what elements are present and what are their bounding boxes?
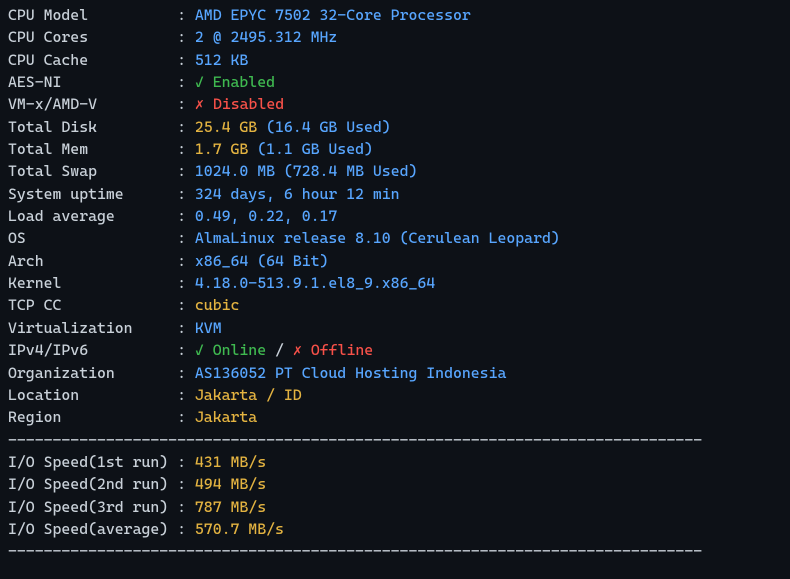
field-value: cubic: [195, 296, 240, 314]
ipv6-status: Offline: [302, 341, 373, 359]
field-label: OS: [8, 229, 26, 247]
separator-line: ----------------------------------------…: [8, 431, 702, 449]
field-value: 1024.0 MB: [195, 162, 284, 180]
field-label: CPU Cache: [8, 51, 88, 69]
io-label: I/O Speed(3rd run): [8, 498, 177, 516]
output-line: Region : Jakarta: [8, 406, 782, 428]
field-value: AMD EPYC 7502 32-Core Processor: [195, 6, 471, 24]
output-line: CPU Cache : 512 KB: [8, 49, 782, 71]
io-value: 494 MB/s: [195, 475, 266, 493]
field-extra: (16.4 GB Used): [266, 118, 391, 136]
output-line: VM-x/AMD-V : ✗ Disabled: [8, 93, 782, 115]
output-line: AES-NI : ✓ Enabled: [8, 71, 782, 93]
io-value: 570.7 MB/s: [195, 520, 284, 538]
field-label: VM-x/AMD-V: [8, 95, 97, 113]
field-value: 1.7 GB: [195, 140, 257, 158]
field-value: x86_64 (64 Bit): [195, 252, 328, 270]
output-line: System uptime : 324 days, 6 hour 12 min: [8, 183, 782, 205]
field-label: Location: [8, 386, 79, 404]
io-value: 787 MB/s: [195, 498, 266, 516]
field-value: Jakarta: [195, 408, 257, 426]
io-label: I/O Speed(2nd run): [8, 475, 177, 493]
field-label: Region: [8, 408, 61, 426]
field-label: TCP CC: [8, 296, 61, 314]
output-line: ----------------------------------------…: [8, 540, 782, 562]
output-line: I/O Speed(average) : 570.7 MB/s: [8, 518, 782, 540]
field-value: Enabled: [204, 73, 275, 91]
output-line: Location : Jakarta / ID: [8, 384, 782, 406]
status-mark: ✗: [195, 95, 204, 113]
field-label: IPv4/IPv6: [8, 341, 88, 359]
output-line: IPv4/IPv6 : ✓ Online / ✗ Offline: [8, 339, 782, 361]
status-mark: ✓: [195, 73, 204, 91]
field-label: Load average: [8, 207, 115, 225]
output-line: OS : AlmaLinux release 8.10 (Cerulean Le…: [8, 227, 782, 249]
io-label: I/O Speed(average): [8, 520, 177, 538]
output-line: ----------------------------------------…: [8, 429, 782, 451]
output-line: CPU Cores : 2 @ 2495.312 MHz: [8, 26, 782, 48]
field-value: 324 days, 6 hour 12 min: [195, 185, 400, 203]
field-extra: (1.1 GB Used): [257, 140, 373, 158]
field-value: Jakarta / ID: [195, 386, 302, 404]
separator-line: ----------------------------------------…: [8, 542, 702, 560]
field-label: Total Disk: [8, 118, 97, 136]
ipv6-mark: ✗: [293, 341, 302, 359]
output-line: Kernel : 4.18.0-513.9.1.el8_9.x86_64: [8, 272, 782, 294]
field-label: CPU Model: [8, 6, 88, 24]
field-value: 2 @ 2495.312 MHz: [195, 28, 337, 46]
output-line: Arch : x86_64 (64 Bit): [8, 250, 782, 272]
field-value: AS136052 PT Cloud Hosting Indonesia: [195, 364, 506, 382]
field-label: Organization: [8, 364, 115, 382]
output-line: Total Disk : 25.4 GB (16.4 GB Used): [8, 116, 782, 138]
output-line: Organization : AS136052 PT Cloud Hosting…: [8, 362, 782, 384]
field-label: AES-NI: [8, 73, 61, 91]
field-value: 4.18.0-513.9.1.el8_9.x86_64: [195, 274, 435, 292]
output-line: I/O Speed(1st run) : 431 MB/s: [8, 451, 782, 473]
output-line: Total Swap : 1024.0 MB (728.4 MB Used): [8, 160, 782, 182]
io-value: 431 MB/s: [195, 453, 266, 471]
output-line: Virtualization : KVM: [8, 317, 782, 339]
field-label: Virtualization: [8, 319, 133, 337]
field-label: Kernel: [8, 274, 61, 292]
output-line: CPU Model : AMD EPYC 7502 32-Core Proces…: [8, 4, 782, 26]
field-value: 0.49, 0.22, 0.17: [195, 207, 337, 225]
field-value: Disabled: [204, 95, 284, 113]
field-label: Total Swap: [8, 162, 97, 180]
field-label: System uptime: [8, 185, 124, 203]
field-value: AlmaLinux release 8.10 (Cerulean Leopard…: [195, 229, 560, 247]
field-label: CPU Cores: [8, 28, 88, 46]
field-label: Total Mem: [8, 140, 88, 158]
field-extra: (728.4 MB Used): [284, 162, 417, 180]
output-line: Load average : 0.49, 0.22, 0.17: [8, 205, 782, 227]
field-value: KVM: [195, 319, 222, 337]
field-value: 25.4 GB: [195, 118, 266, 136]
output-line: Total Mem : 1.7 GB (1.1 GB Used): [8, 138, 782, 160]
output-line: TCP CC : cubic: [8, 294, 782, 316]
io-label: I/O Speed(1st run): [8, 453, 177, 471]
terminal-output: CPU Model : AMD EPYC 7502 32-Core Proces…: [0, 0, 790, 569]
ipv4-status: Online: [204, 341, 266, 359]
output-line: I/O Speed(3rd run) : 787 MB/s: [8, 496, 782, 518]
output-line: I/O Speed(2nd run) : 494 MB/s: [8, 473, 782, 495]
field-value: 512 KB: [195, 51, 248, 69]
ipv4-mark: ✓: [195, 341, 204, 359]
field-label: Arch: [8, 252, 44, 270]
